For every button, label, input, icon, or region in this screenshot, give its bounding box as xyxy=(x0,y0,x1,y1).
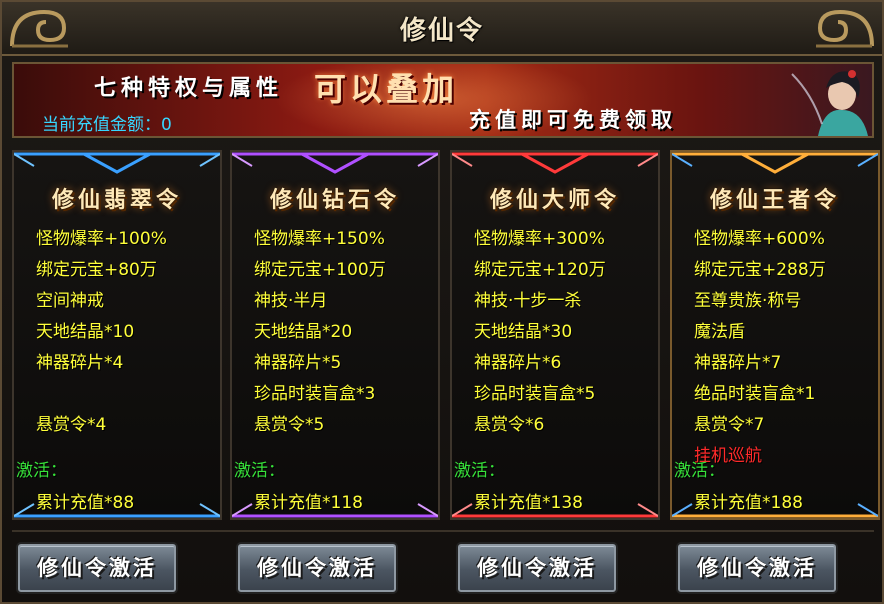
banner-headline: 七种特权与属性 xyxy=(94,75,284,101)
perk-item: 怪物爆率+600% xyxy=(694,229,825,249)
activate-master-button[interactable]: 修仙令激活 xyxy=(458,544,616,592)
perk-list: 怪物爆率+100% 绑定元宝+80万 空间神戒 天地结晶*10 神器碎片*4 悬… xyxy=(36,224,167,472)
perk-item: 绑定元宝+288万 xyxy=(694,260,826,280)
activate-label: 激活： xyxy=(674,461,725,481)
banner-subline: 充值即可免费领取 xyxy=(469,107,677,132)
perk-list: 怪物爆率+600% 绑定元宝+288万 至尊贵族·称号 魔法盾 神器碎片*7 绝… xyxy=(694,224,826,472)
token-card-king: 修仙王者令 怪物爆率+600% 绑定元宝+288万 至尊贵族·称号 魔法盾 神器… xyxy=(670,150,880,520)
perk-item: 悬赏令*7 xyxy=(694,415,765,435)
token-card-master: 修仙大师令 怪物爆率+300% 绑定元宝+120万 神技·十步一杀 天地结晶*3… xyxy=(450,150,660,520)
card-top-ornament-icon xyxy=(232,152,438,174)
perk-list: 怪物爆率+150% 绑定元宝+100万 神技·半月 天地结晶*20 神器碎片*5… xyxy=(254,224,386,472)
card-top-ornament-icon xyxy=(14,152,220,174)
window-title: 修仙令 xyxy=(399,16,484,46)
perk-item: 悬赏令*4 xyxy=(36,415,107,435)
perk-item: 悬赏令*5 xyxy=(254,415,325,435)
perk-item: 怪物爆率+100% xyxy=(36,229,167,249)
title-bar: 修仙令 xyxy=(2,2,882,56)
perk-item: 空间神戒 xyxy=(36,291,104,311)
token-card-jade: 修仙翡翠令 怪物爆率+100% 绑定元宝+80万 空间神戒 天地结晶*10 神器… xyxy=(12,150,222,520)
perk-item: 神器碎片*5 xyxy=(254,353,342,373)
perk-item: 神技·半月 xyxy=(254,291,328,311)
perk-item: 珍品时装盲盒*5 xyxy=(474,384,596,404)
fairy-portrait-icon xyxy=(791,70,868,136)
card-bottom-ornament-icon xyxy=(452,503,658,518)
activate-label: 激活： xyxy=(234,461,285,481)
perk-item: 绑定元宝+120万 xyxy=(474,260,606,280)
perk-item: 绑定元宝+80万 xyxy=(36,260,157,280)
perk-item: 至尊贵族·称号 xyxy=(694,291,802,311)
perk-item: 神器碎片*7 xyxy=(694,353,782,373)
perk-item: 怪物爆率+150% xyxy=(254,229,385,249)
banner-highlight: 可以叠加 xyxy=(314,70,459,108)
perk-item: 怪物爆率+300% xyxy=(474,229,605,249)
perk-item: 天地结晶*30 xyxy=(474,322,573,342)
perk-item: 天地结晶*10 xyxy=(36,322,135,342)
perk-item: 绑定元宝+100万 xyxy=(254,260,386,280)
ornament-corner-icon xyxy=(816,9,874,48)
divider xyxy=(12,530,874,532)
perk-item: 悬赏令*6 xyxy=(474,415,545,435)
token-card-diamond: 修仙钻石令 怪物爆率+150% 绑定元宝+100万 神技·半月 天地结晶*20 … xyxy=(230,150,440,520)
card-bottom-ornament-icon xyxy=(14,503,220,518)
perk-item: 绝品时装盲盒*1 xyxy=(694,384,816,404)
card-title: 修仙王者令 xyxy=(709,187,840,213)
perk-item: 珍品时装盲盒*3 xyxy=(254,384,376,404)
activate-label: 激活： xyxy=(454,461,505,481)
perk-item: 神器碎片*6 xyxy=(474,353,562,373)
promo-banner: 七种特权与属性 可以叠加 充值即可免费领取 当前充值金额：0 xyxy=(12,62,874,138)
card-title: 修仙翡翠令 xyxy=(51,187,182,213)
perk-item: 神技·十步一杀 xyxy=(474,291,582,311)
activate-jade-button[interactable]: 修仙令激活 xyxy=(18,544,176,592)
card-top-ornament-icon xyxy=(672,152,878,174)
card-bottom-ornament-icon xyxy=(232,503,438,518)
card-top-ornament-icon xyxy=(452,152,658,174)
xiuxian-token-window: 修仙令 七种特权与属性 可以叠加 充值即可免费领取 当前充值金额：0 修仙翡翠令… xyxy=(0,0,884,604)
activate-diamond-button[interactable]: 修仙令激活 xyxy=(238,544,396,592)
perk-item: 魔法盾 xyxy=(694,322,745,342)
perk-item: 天地结晶*20 xyxy=(254,322,353,342)
card-title: 修仙钻石令 xyxy=(269,187,400,213)
card-bottom-ornament-icon xyxy=(672,503,878,518)
perk-list: 怪物爆率+300% 绑定元宝+120万 神技·十步一杀 天地结晶*30 神器碎片… xyxy=(474,224,606,472)
current-recharge-amount: 当前充值金额：0 xyxy=(42,115,172,135)
activate-king-button[interactable]: 修仙令激活 xyxy=(678,544,836,592)
perk-item xyxy=(36,379,167,410)
perk-item: 神器碎片*4 xyxy=(36,353,124,373)
card-title: 修仙大师令 xyxy=(489,187,620,213)
activate-label: 激活： xyxy=(16,461,67,481)
